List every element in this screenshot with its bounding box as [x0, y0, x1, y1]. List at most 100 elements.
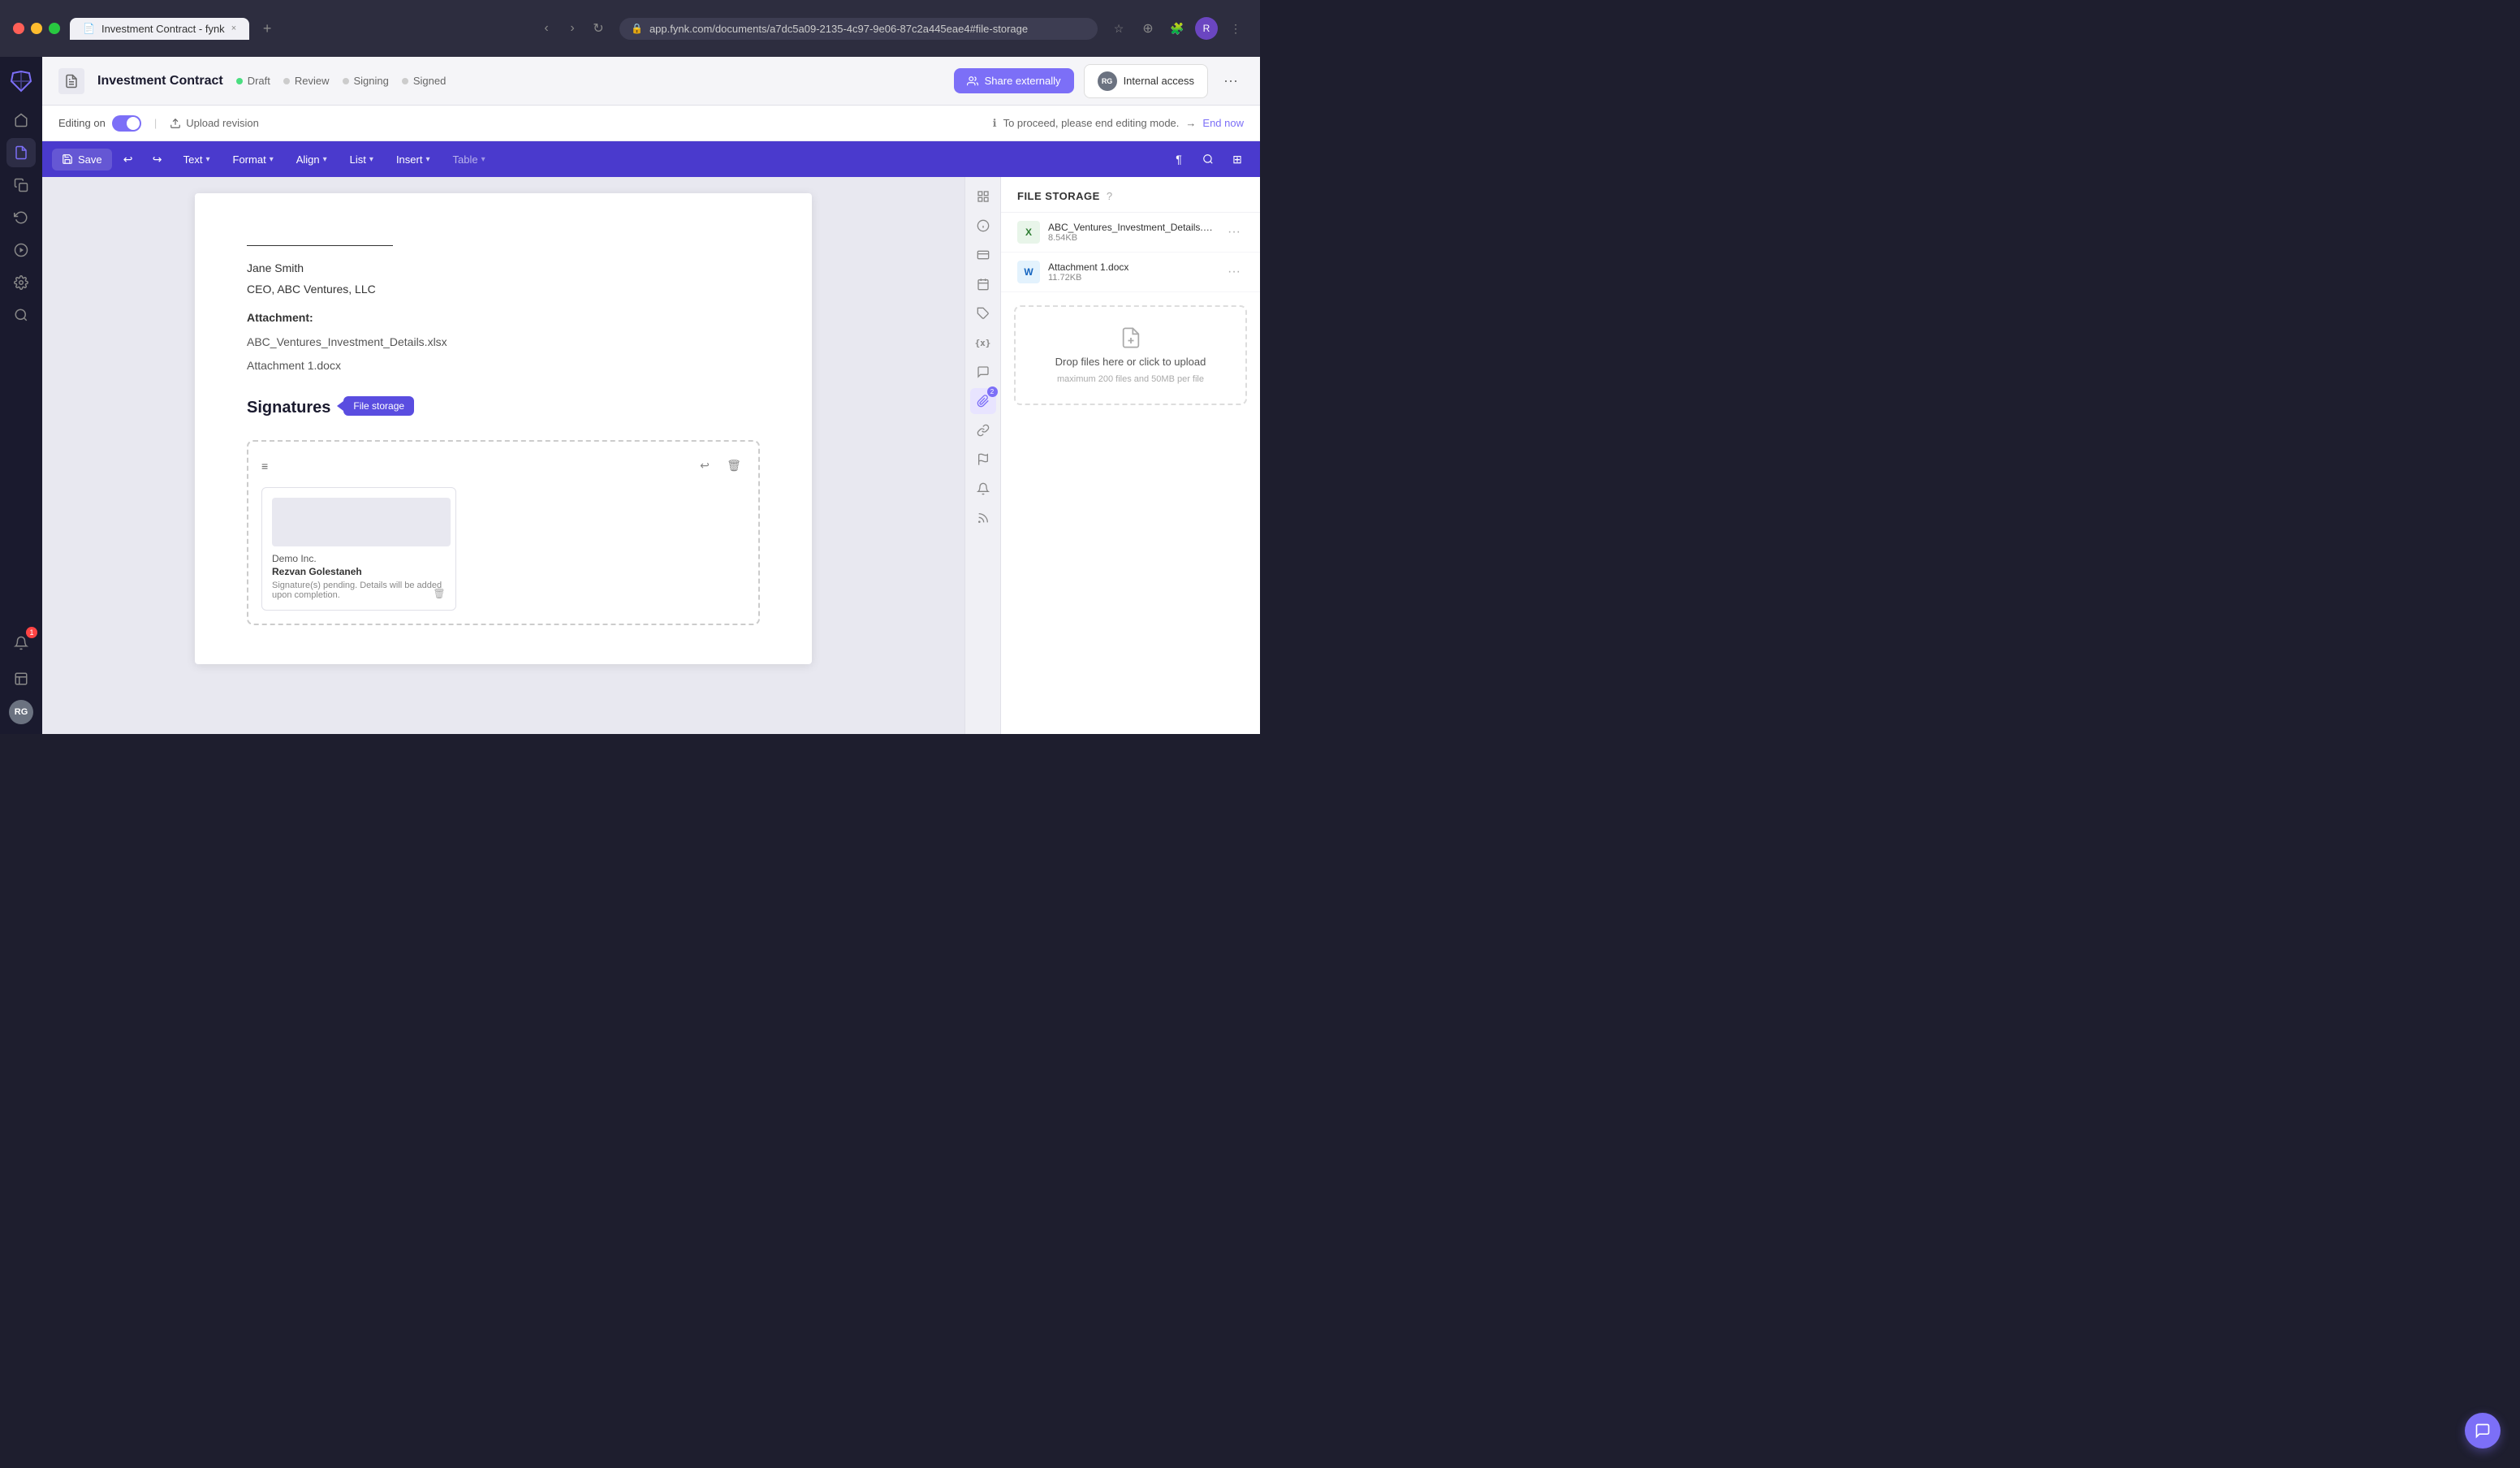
upload-revision-button[interactable]: Upload revision	[170, 117, 259, 129]
sig-pending-text: Signature(s) pending. Details will be ad…	[272, 581, 446, 600]
status-review[interactable]: Review	[283, 75, 330, 87]
align-label: Align	[296, 153, 320, 166]
close-traffic-light[interactable]	[13, 23, 24, 34]
search-toolbar-button[interactable]	[1195, 146, 1221, 172]
extension-icon[interactable]: 🧩	[1166, 17, 1189, 40]
file-more-button-1[interactable]: ···	[1224, 222, 1244, 243]
right-panel-tag-button[interactable]	[970, 300, 996, 326]
nav-buttons: ‹ › ↻	[535, 17, 610, 40]
table-button[interactable]: Table ▾	[442, 149, 494, 171]
sidebar-item-search[interactable]	[6, 300, 36, 330]
signed-dot	[402, 78, 408, 84]
app-logo	[6, 67, 36, 96]
right-panel-info-button[interactable]	[970, 213, 996, 239]
right-panel-link-button[interactable]	[970, 417, 996, 443]
text-button[interactable]: Text ▾	[174, 149, 220, 171]
draft-label: Draft	[248, 75, 270, 87]
sidebar-item-documents[interactable]	[6, 138, 36, 167]
attachment-2: Attachment 1.docx	[247, 356, 760, 374]
sidebar-item-copy[interactable]	[6, 171, 36, 200]
menu-button[interactable]: ⋮	[1224, 17, 1247, 40]
main-content: Investment Contract Draft Review Signing	[42, 57, 1260, 734]
reload-button[interactable]: ↻	[587, 17, 610, 40]
sidebar-bottom: 1 RG	[6, 628, 36, 724]
redo-button[interactable]: ↪	[145, 146, 170, 172]
right-panel-card-button[interactable]	[970, 242, 996, 268]
editing-bar: Editing on ✎ | Upload revision ℹ To proc…	[42, 106, 1260, 141]
doc-file-icon	[58, 68, 84, 94]
sig-toolbar-right: ↩ 🗑	[693, 455, 745, 477]
bookmark-button[interactable]: ☆	[1107, 17, 1130, 40]
user-avatar[interactable]: RG	[9, 700, 33, 724]
save-button[interactable]: Save	[52, 149, 112, 171]
address-bar[interactable]: 🔒 app.fynk.com/documents/a7dc5a09-2135-4…	[619, 18, 1098, 40]
right-panel-comment-button[interactable]	[970, 359, 996, 385]
chat-bubble-button[interactable]	[2465, 1413, 2501, 1449]
status-draft[interactable]: Draft	[236, 75, 270, 87]
signature-box: Demo Inc. Rezvan Golestaneh Signature(s)…	[261, 487, 456, 611]
insert-button[interactable]: Insert ▾	[386, 149, 440, 171]
right-panel-calendar-button[interactable]	[970, 271, 996, 297]
right-panel-bell-button[interactable]	[970, 476, 996, 502]
file-storage-help-icon[interactable]: ?	[1107, 190, 1112, 202]
sidebar-item-refresh[interactable]	[6, 203, 36, 232]
internal-access-button[interactable]: RG Internal access	[1084, 64, 1208, 98]
back-button[interactable]: ‹	[535, 17, 558, 40]
format-button[interactable]: Format ▾	[223, 149, 283, 171]
paragraph-button[interactable]: ¶	[1166, 146, 1192, 172]
sig-remove-button[interactable]: 🗑	[429, 584, 449, 603]
minimize-traffic-light[interactable]	[31, 23, 42, 34]
status-signed[interactable]: Signed	[402, 75, 446, 87]
document-area: Jane Smith CEO, ABC Ventures, LLC Attach…	[42, 177, 1260, 734]
signing-label: Signing	[354, 75, 389, 87]
forward-button[interactable]: ›	[561, 17, 584, 40]
maximize-traffic-light[interactable]	[49, 23, 60, 34]
profile-icon[interactable]: R	[1195, 17, 1218, 40]
editing-separator: |	[154, 117, 157, 129]
file-size-1: 8.54KB	[1048, 233, 1216, 243]
doc-title-area: Investment Contract Draft Review Signing	[58, 68, 446, 94]
text-dropdown-arrow: ▾	[205, 155, 209, 164]
review-label: Review	[295, 75, 330, 87]
chrome-icon[interactable]: ⊕	[1137, 17, 1159, 40]
undo-button[interactable]: ↩	[115, 146, 141, 172]
sidebar-analytics-button[interactable]	[6, 664, 36, 693]
sidebar-item-play[interactable]	[6, 235, 36, 265]
right-panel-flag-button[interactable]	[970, 447, 996, 473]
draft-dot	[236, 78, 243, 84]
editing-toggle-switch[interactable]: ✎	[112, 115, 141, 132]
share-externally-button[interactable]: Share externally	[954, 68, 1074, 93]
more-toolbar-button[interactable]: ⊞	[1224, 146, 1250, 172]
tab-title: Investment Contract - fynk	[101, 23, 225, 35]
tab-close-button[interactable]: ×	[231, 24, 236, 33]
status-signing[interactable]: Signing	[343, 75, 389, 87]
sig-undo-button[interactable]: ↩	[693, 455, 716, 477]
info-icon: ℹ	[993, 117, 997, 130]
file-item-2: W Attachment 1.docx 11.72KB ···	[1001, 253, 1260, 292]
upload-zone-icon	[1120, 326, 1142, 349]
upload-drop-zone[interactable]: Drop files here or click to upload maxim…	[1014, 305, 1247, 405]
right-panel-variable-button[interactable]: {x}	[970, 330, 996, 356]
signatures-title: Signatures	[247, 399, 330, 417]
format-label: Format	[233, 153, 266, 166]
file-name-1: ABC_Ventures_Investment_Details.xlsx	[1048, 222, 1216, 233]
doc-editor[interactable]: Jane Smith CEO, ABC Ventures, LLC Attach…	[42, 177, 964, 734]
sig-delete-all-button[interactable]: 🗑	[723, 455, 745, 477]
right-panel-feed-button[interactable]	[970, 505, 996, 531]
tab-favicon: 📄	[83, 23, 95, 34]
sidebar-item-home[interactable]	[6, 106, 36, 135]
add-tab-button[interactable]: +	[256, 17, 278, 40]
proceed-message: ℹ To proceed, please end editing mode. →…	[993, 117, 1244, 130]
file-more-button-2[interactable]: ···	[1224, 261, 1244, 283]
right-panel-attachment-button[interactable]: 2	[970, 388, 996, 414]
sidebar-item-settings[interactable]	[6, 268, 36, 297]
toolbar-right: ¶ ⊞	[1166, 146, 1250, 172]
active-tab[interactable]: 📄 Investment Contract - fynk ×	[70, 18, 249, 40]
more-options-button[interactable]: ···	[1218, 68, 1244, 94]
table-label: Table	[452, 153, 477, 166]
list-button[interactable]: List ▾	[340, 149, 383, 171]
sidebar-bell-button[interactable]: 1	[6, 628, 36, 658]
right-panel-grid-button[interactable]	[970, 184, 996, 209]
align-button[interactable]: Align ▾	[287, 149, 337, 171]
end-now-button[interactable]: End now	[1202, 117, 1244, 129]
